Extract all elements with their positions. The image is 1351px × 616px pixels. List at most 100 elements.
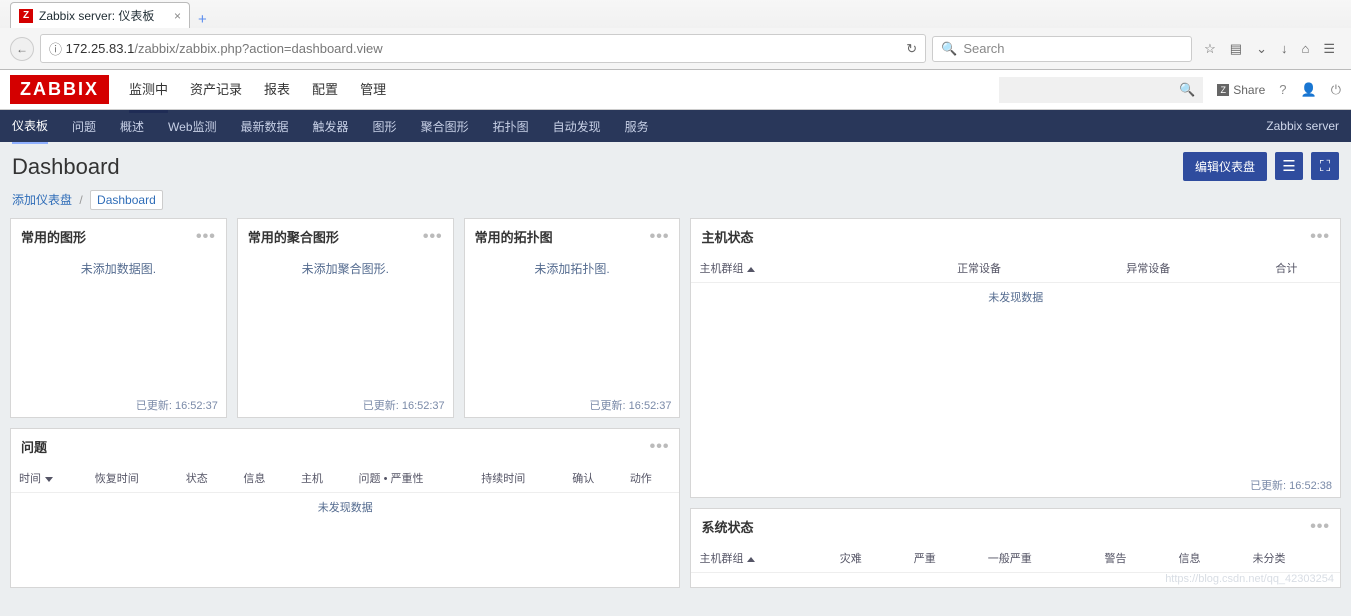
col-duration[interactable]: 持续时间 [473, 464, 564, 493]
widget-menu-icon[interactable]: ••• [196, 228, 216, 246]
nav-inventory[interactable]: 资产记录 [190, 67, 242, 113]
widget-fav-screens: 常用的聚合图形••• 未添加聚合图形. 已更新: 16:52:37 [237, 218, 454, 418]
nav-admin[interactable]: 管理 [360, 67, 386, 113]
empty-text: 未添加拓扑图. [534, 260, 609, 277]
col-warning[interactable]: 警告 [1097, 544, 1171, 573]
col-normal[interactable]: 正常设备 [894, 254, 1063, 283]
widget-menu-icon[interactable]: ••• [423, 228, 443, 246]
sys-status-table: 主机群组 灾难 严重 一般严重 警告 信息 未分类 [691, 544, 1340, 573]
info-icon[interactable]: ⓘ [49, 39, 62, 58]
widget-fav-graphs: 常用的图形••• 未添加数据图. 已更新: 16:52:37 [10, 218, 227, 418]
col-actions[interactable]: 动作 [622, 464, 680, 493]
col-recovery[interactable]: 恢复时间 [87, 464, 178, 493]
widget-menu-icon[interactable]: ••• [650, 228, 670, 246]
browser-tab[interactable]: Z Zabbix server: 仪表板 × [10, 2, 190, 28]
list-icon[interactable]: ☰ [1275, 152, 1303, 180]
col-info[interactable]: 信息 [235, 464, 293, 493]
app-header: ZABBIX 监测中 资产记录 报表 配置 管理 🔍 ZShare ? 👤 ⏻ [0, 70, 1351, 110]
subnav-services[interactable]: 服务 [625, 110, 649, 143]
widget-title: 系统状态 [701, 517, 753, 536]
close-icon[interactable]: × [174, 9, 181, 23]
empty-text: 未发现数据 [691, 283, 1340, 312]
help-icon[interactable]: ? [1279, 82, 1286, 97]
fullscreen-icon[interactable]: ⛶ [1311, 152, 1339, 180]
col-hostgroup[interactable]: 主机群组 [691, 544, 831, 573]
zabbix-logo[interactable]: ZABBIX [10, 75, 109, 104]
power-icon[interactable]: ⏻ [1331, 82, 1341, 98]
subnav-triggers[interactable]: 触发器 [313, 110, 349, 143]
subnav-screens[interactable]: 聚合图形 [421, 110, 469, 143]
library-icon[interactable]: ▤ [1230, 41, 1242, 57]
subnav-dashboard[interactable]: 仪表板 [12, 109, 48, 144]
new-tab-button[interactable]: + [190, 11, 215, 28]
col-average[interactable]: 一般严重 [980, 544, 1097, 573]
edit-dashboard-button[interactable]: 编辑仪表盘 [1183, 152, 1267, 181]
user-icon[interactable]: 👤 [1301, 82, 1317, 98]
search-icon[interactable]: 🔍 [1179, 82, 1195, 98]
col-notclassified[interactable]: 未分类 [1245, 544, 1340, 573]
widget-menu-icon[interactable]: ••• [1310, 518, 1330, 536]
crumb-sep: / [79, 193, 82, 207]
widget-title: 常用的拓扑图 [475, 227, 553, 246]
crumb-add-dashboard[interactable]: 添加仪表盘 [12, 193, 72, 207]
subnav-graphs[interactable]: 图形 [373, 110, 397, 143]
col-info[interactable]: 信息 [1171, 544, 1245, 573]
share-button[interactable]: ZShare [1217, 83, 1265, 97]
subnav-discovery[interactable]: 自动发现 [553, 110, 601, 143]
tab-bar: Z Zabbix server: 仪表板 × + [0, 0, 1351, 28]
bookmark-icon[interactable]: ☆ [1204, 41, 1216, 57]
back-button[interactable]: ← [10, 37, 34, 61]
downloads-icon[interactable]: ↓ [1281, 41, 1288, 57]
browser-toolbar: ☆ ▤ ⌄ ↓ ⌂ ☰ [1198, 41, 1341, 57]
subnav-latest[interactable]: 最新数据 [241, 110, 289, 143]
url-host: 172.25.83.1 [66, 41, 135, 56]
favicon-icon: Z [19, 9, 33, 23]
col-high[interactable]: 严重 [906, 544, 980, 573]
col-hostgroup[interactable]: 主机群组 [691, 254, 894, 283]
col-status[interactable]: 状态 [178, 464, 236, 493]
subnav-overview[interactable]: 概述 [120, 110, 144, 143]
col-ack[interactable]: 确认 [564, 464, 622, 493]
refresh-icon[interactable]: ↻ [906, 41, 917, 57]
dashboard-grid: 常用的图形••• 未添加数据图. 已更新: 16:52:37 常用的聚合图形••… [0, 218, 1351, 598]
sub-nav: 仪表板 问题 概述 Web监测 最新数据 触发器 图形 聚合图形 拓扑图 自动发… [0, 110, 1351, 142]
col-host[interactable]: 主机 [293, 464, 351, 493]
nav-reports[interactable]: 报表 [264, 67, 290, 113]
col-total[interactable]: 合计 [1233, 254, 1340, 283]
menu-icon[interactable]: ☰ [1323, 41, 1335, 57]
widget-updated: 已更新: 16:52:37 [238, 393, 453, 417]
zabbix-icon: Z [1217, 84, 1229, 96]
nav-config[interactable]: 配置 [312, 67, 338, 113]
widget-sys-status: 系统状态 ••• 主机群组 灾难 严重 一般严重 警告 信息 未分类 https:… [690, 508, 1341, 588]
home-icon[interactable]: ⌂ [1301, 41, 1309, 57]
widget-menu-icon[interactable]: ••• [1310, 228, 1330, 246]
widget-updated: 已更新: 16:52:38 [691, 473, 1340, 497]
col-severity[interactable]: 问题 • 严重性 [351, 464, 474, 493]
widget-title: 常用的图形 [21, 227, 86, 246]
host-status-table: 主机群组 正常设备 异常设备 合计 未发现数据 [691, 254, 1340, 311]
search-icon: 🔍 [941, 41, 957, 57]
pocket-icon[interactable]: ⌄ [1256, 41, 1267, 57]
subnav-web[interactable]: Web监测 [168, 110, 216, 143]
widget-menu-icon[interactable]: ••• [650, 438, 670, 456]
subnav-problems[interactable]: 问题 [72, 110, 96, 143]
search-placeholder: Search [963, 41, 1004, 56]
widget-updated: 已更新: 16:52:37 [11, 393, 226, 417]
url-field[interactable]: ⓘ 172.25.83.1 /zabbix/zabbix.php?action=… [40, 34, 926, 63]
page-actions: 编辑仪表盘 ☰ ⛶ [1183, 152, 1339, 181]
empty-text: 未发现数据 [11, 493, 679, 522]
watermark: https://blog.csdn.net/qq_42303254 [1165, 573, 1334, 585]
main-nav: 监测中 资产记录 报表 配置 管理 [129, 67, 386, 113]
page-head: Dashboard 编辑仪表盘 ☰ ⛶ [0, 142, 1351, 191]
subnav-maps[interactable]: 拓扑图 [493, 110, 529, 143]
app-search-input[interactable] [999, 77, 1179, 103]
col-time[interactable]: 时间 [11, 464, 87, 493]
widget-updated: 已更新: 16:52:37 [465, 393, 680, 417]
nav-monitoring[interactable]: 监测中 [129, 67, 168, 113]
browser-chrome: Z Zabbix server: 仪表板 × + ← ⓘ 172.25.83.1… [0, 0, 1351, 70]
browser-search[interactable]: 🔍 Search [932, 36, 1192, 62]
widget-title: 主机状态 [701, 227, 753, 246]
col-disaster[interactable]: 灾难 [832, 544, 906, 573]
col-abnormal[interactable]: 异常设备 [1064, 254, 1233, 283]
header-right: 🔍 ZShare ? 👤 ⏻ [999, 77, 1341, 103]
